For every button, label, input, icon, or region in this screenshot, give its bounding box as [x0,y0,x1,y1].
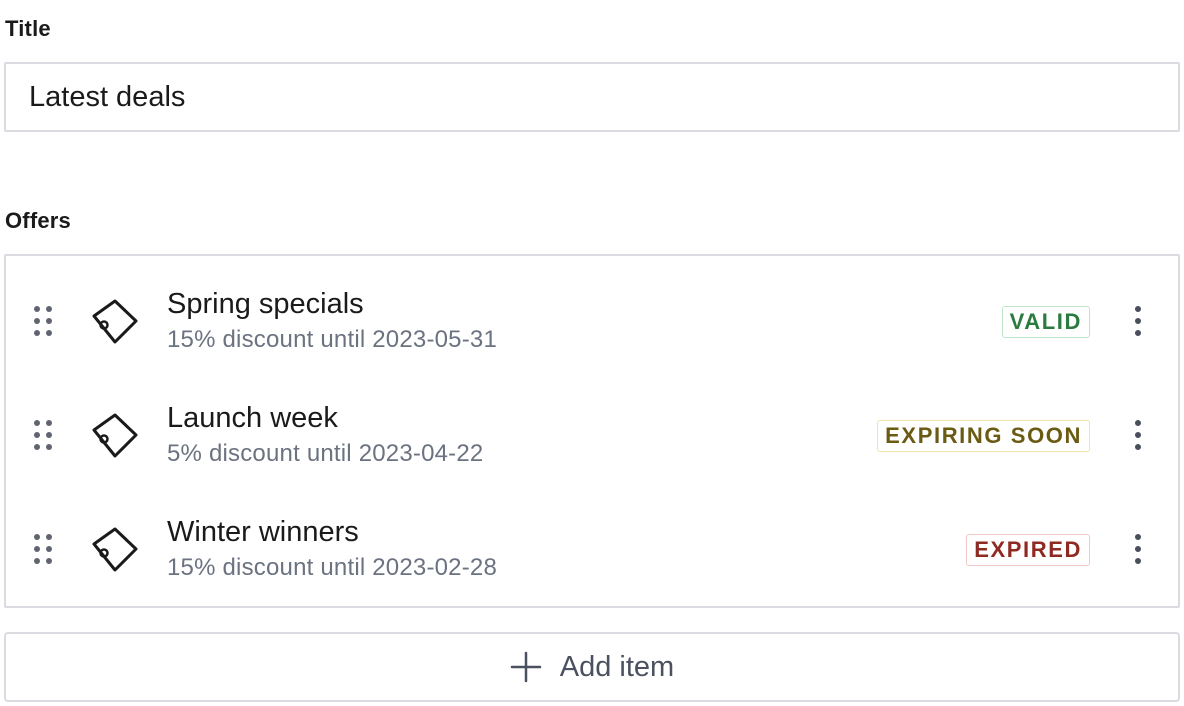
add-item-button[interactable]: Add item [4,632,1180,702]
tag-icon [92,527,138,572]
title-label: Title [5,16,51,41]
title-input[interactable] [4,62,1180,132]
plus-icon [510,651,542,683]
more-vertical-icon[interactable] [1132,304,1144,338]
tag-icon [92,413,138,458]
more-vertical-icon[interactable] [1132,418,1144,452]
status-badge: EXPIRING SOON [877,420,1090,452]
offers-label: Offers [5,208,71,233]
offer-title: Winter winners [167,516,359,548]
add-item-content: Add item [510,651,674,684]
offer-subtitle: 5% discount until 2023-04-22 [167,440,484,467]
offer-item[interactable]: Winter winners 15% discount until 2023-0… [6,488,1178,602]
status-badge: VALID [1001,306,1090,338]
offer-item[interactable]: Spring specials 15% discount until 2023-… [6,260,1178,374]
offer-title: Launch week [167,402,338,434]
offer-title: Spring specials [167,288,364,320]
tag-icon [92,299,138,344]
drag-handle-icon[interactable] [32,532,54,566]
add-item-label: Add item [559,650,675,683]
offers-editor: Title Offers Spring specials 15% discoun… [0,0,1184,706]
offer-subtitle: 15% discount until 2023-05-31 [167,326,498,353]
offers-list: Spring specials 15% discount until 2023-… [4,254,1180,608]
drag-handle-icon[interactable] [32,304,54,338]
drag-handle-icon[interactable] [32,418,54,452]
more-vertical-icon[interactable] [1132,532,1144,566]
offer-item[interactable]: Launch week 5% discount until 2023-04-22… [6,374,1178,488]
offer-subtitle: 15% discount until 2023-02-28 [167,554,498,581]
status-badge: EXPIRED [966,534,1090,566]
